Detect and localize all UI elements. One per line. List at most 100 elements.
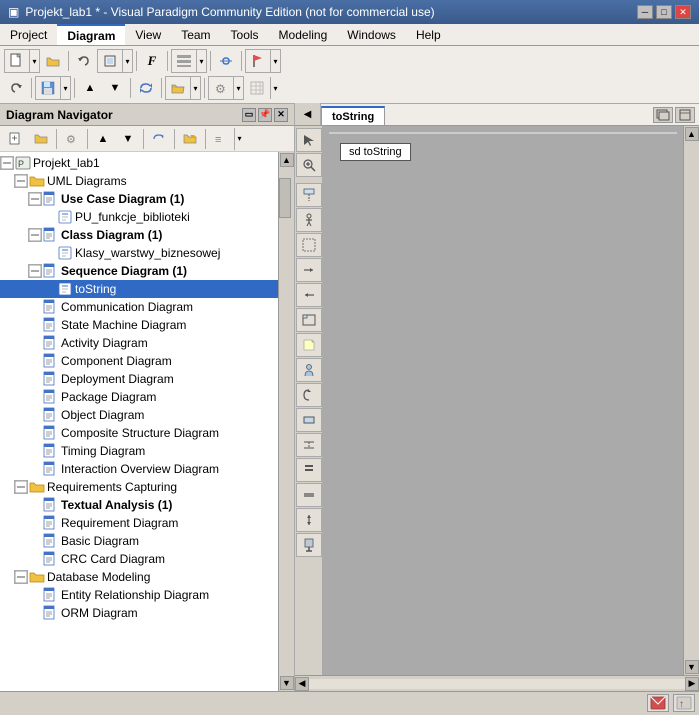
tree-expander-rc[interactable] [14, 480, 28, 494]
scroll-up-btn[interactable]: ▲ [280, 153, 294, 167]
undo-button[interactable] [72, 50, 96, 72]
boundary-btn[interactable] [296, 233, 322, 257]
tree-item-obj[interactable]: Object Diagram [0, 406, 278, 424]
maximize-button[interactable]: □ [656, 5, 672, 19]
new-arrow[interactable]: ▾ [29, 50, 39, 72]
diagram-scroll-right[interactable]: ▶ [685, 677, 699, 691]
diagram-scroll-down[interactable]: ▼ [685, 660, 699, 674]
tree-item-rd[interactable]: Requirement Diagram [0, 514, 278, 532]
lifeline-btn[interactable] [296, 183, 322, 207]
up-arrow-btn[interactable]: ▲ [78, 77, 102, 99]
menu-help[interactable]: Help [406, 24, 451, 45]
tree-item-ta[interactable]: Textual Analysis (1) [0, 496, 278, 514]
panel-pin-btn[interactable]: 📌 [258, 108, 272, 122]
tree-item-act[interactable]: Activity Diagram [0, 334, 278, 352]
tree-item-rc[interactable]: Requirements Capturing [0, 478, 278, 496]
join-btn[interactable] [296, 483, 322, 507]
settings-arrow[interactable]: ▾ [233, 77, 243, 99]
tree-item-smd[interactable]: State Machine Diagram [0, 316, 278, 334]
status-update-icon[interactable]: ↑ [673, 694, 695, 712]
tree-item-kl[interactable]: Klasy_warstwy_biznesowej [0, 244, 278, 262]
tree-expander-root[interactable] [0, 156, 14, 170]
folder-open-btn[interactable] [166, 77, 190, 99]
layout-arrow[interactable]: ▾ [196, 50, 206, 72]
panel-up-btn[interactable]: ▲ [91, 128, 115, 150]
note-btn[interactable] [296, 333, 322, 357]
arc-btn[interactable] [296, 383, 322, 407]
scroll-thumb[interactable] [279, 178, 291, 218]
flag-btn[interactable] [246, 50, 270, 72]
link-btn[interactable] [214, 50, 238, 72]
grid-arrow[interactable]: ▾ [270, 77, 280, 99]
cursor-tool-btn[interactable] [296, 128, 322, 152]
person-btn[interactable] [296, 358, 322, 382]
tree-item-uml[interactable]: UML Diagrams [0, 172, 278, 190]
save-btn[interactable] [36, 77, 60, 99]
grid-btn[interactable] [245, 77, 269, 99]
tree-item-pu[interactable]: PU_funkcje_biblioteki [0, 208, 278, 226]
flag-arrow[interactable]: ▾ [270, 50, 280, 72]
down-arrow-btn[interactable]: ▼ [103, 77, 127, 99]
new-button[interactable] [5, 50, 29, 72]
menu-modeling[interactable]: Modeling [269, 24, 338, 45]
panel-down-btn[interactable]: ▼ [116, 128, 140, 150]
tree-item-orm[interactable]: ORM Diagram [0, 604, 278, 622]
minimize-button[interactable]: ─ [637, 5, 653, 19]
tree-item-comm[interactable]: Communication Diagram [0, 298, 278, 316]
diagram-scroll-up[interactable]: ▲ [685, 127, 699, 141]
menu-diagram[interactable]: Diagram [57, 24, 125, 45]
panel-new-btn[interactable] [4, 128, 28, 150]
tree-item-bd[interactable]: Basic Diagram [0, 532, 278, 550]
tab-restore-btn[interactable] [653, 107, 673, 123]
connect-btn[interactable] [296, 433, 322, 457]
tree-item-erd[interactable]: Entity Relationship Diagram [0, 586, 278, 604]
folder-arrow[interactable]: ▾ [190, 77, 200, 99]
tree-scrollbar[interactable]: ▲ ▼ [278, 152, 294, 691]
menu-view[interactable]: View [125, 24, 171, 45]
status-email-icon[interactable] [647, 694, 669, 712]
panel-reload-btn[interactable] [147, 128, 171, 150]
tree-item-tim[interactable]: Timing Diagram [0, 442, 278, 460]
panel-restore-btn[interactable]: ▭ [242, 108, 256, 122]
panel-folder2-btn[interactable] [178, 128, 202, 150]
panel-more-btn[interactable]: ≡ [209, 128, 233, 150]
tree-expander-uc[interactable] [28, 192, 42, 206]
menu-project[interactable]: Project [0, 24, 57, 45]
panel-close-btn[interactable]: ✕ [274, 108, 288, 122]
toolbar-arrow-2[interactable]: ▾ [122, 50, 132, 72]
tree-item-root[interactable]: PProjekt_lab1 [0, 154, 278, 172]
diagram-scroll-left[interactable]: ◀ [295, 677, 309, 691]
tree-item-csd[interactable]: Composite Structure Diagram [0, 424, 278, 442]
fragment-btn[interactable] [296, 308, 322, 332]
tab-scroll-left[interactable]: ◀ [295, 103, 321, 125]
scroll-down-btn[interactable]: ▼ [280, 676, 294, 690]
tree-item-ts[interactable]: toString [0, 280, 278, 298]
tree-item-iod[interactable]: Interaction Overview Diagram [0, 460, 278, 478]
tree-item-sd[interactable]: Sequence Diagram (1) [0, 262, 278, 280]
panel-folder-btn[interactable] [29, 128, 53, 150]
panel-more-arrow[interactable]: ▾ [234, 128, 244, 150]
panel-filter-btn[interactable]: ⚙ [60, 128, 84, 150]
menu-team[interactable]: Team [171, 24, 220, 45]
tree-item-pkg[interactable]: Package Diagram [0, 388, 278, 406]
box-btn[interactable] [296, 408, 322, 432]
layout-btn[interactable] [172, 50, 196, 72]
open-button[interactable] [41, 50, 65, 72]
toolbar-btn-a[interactable] [98, 50, 122, 72]
close-button[interactable]: ✕ [675, 5, 691, 19]
tree-item-cd[interactable]: Class Diagram (1) [0, 226, 278, 244]
actor-btn[interactable] [296, 208, 322, 232]
tree-item-uc[interactable]: Use Case Diagram (1) [0, 190, 278, 208]
save-arrow[interactable]: ▾ [60, 77, 70, 99]
zoom-in-btn[interactable] [296, 153, 322, 177]
tree-expander-cd[interactable] [28, 228, 42, 242]
tree-item-comp[interactable]: Component Diagram [0, 352, 278, 370]
pin-btn[interactable] [296, 533, 322, 557]
settings-btn[interactable]: ⚙ [209, 77, 233, 99]
fork-btn[interactable] [296, 458, 322, 482]
tree-item-crc[interactable]: CRC Card Diagram [0, 550, 278, 568]
tree-item-dbm[interactable]: Database Modeling [0, 568, 278, 586]
diagram-canvas[interactable]: sd toString [329, 132, 677, 134]
redo-button[interactable] [4, 77, 28, 99]
arrow-left-btn[interactable] [296, 283, 322, 307]
